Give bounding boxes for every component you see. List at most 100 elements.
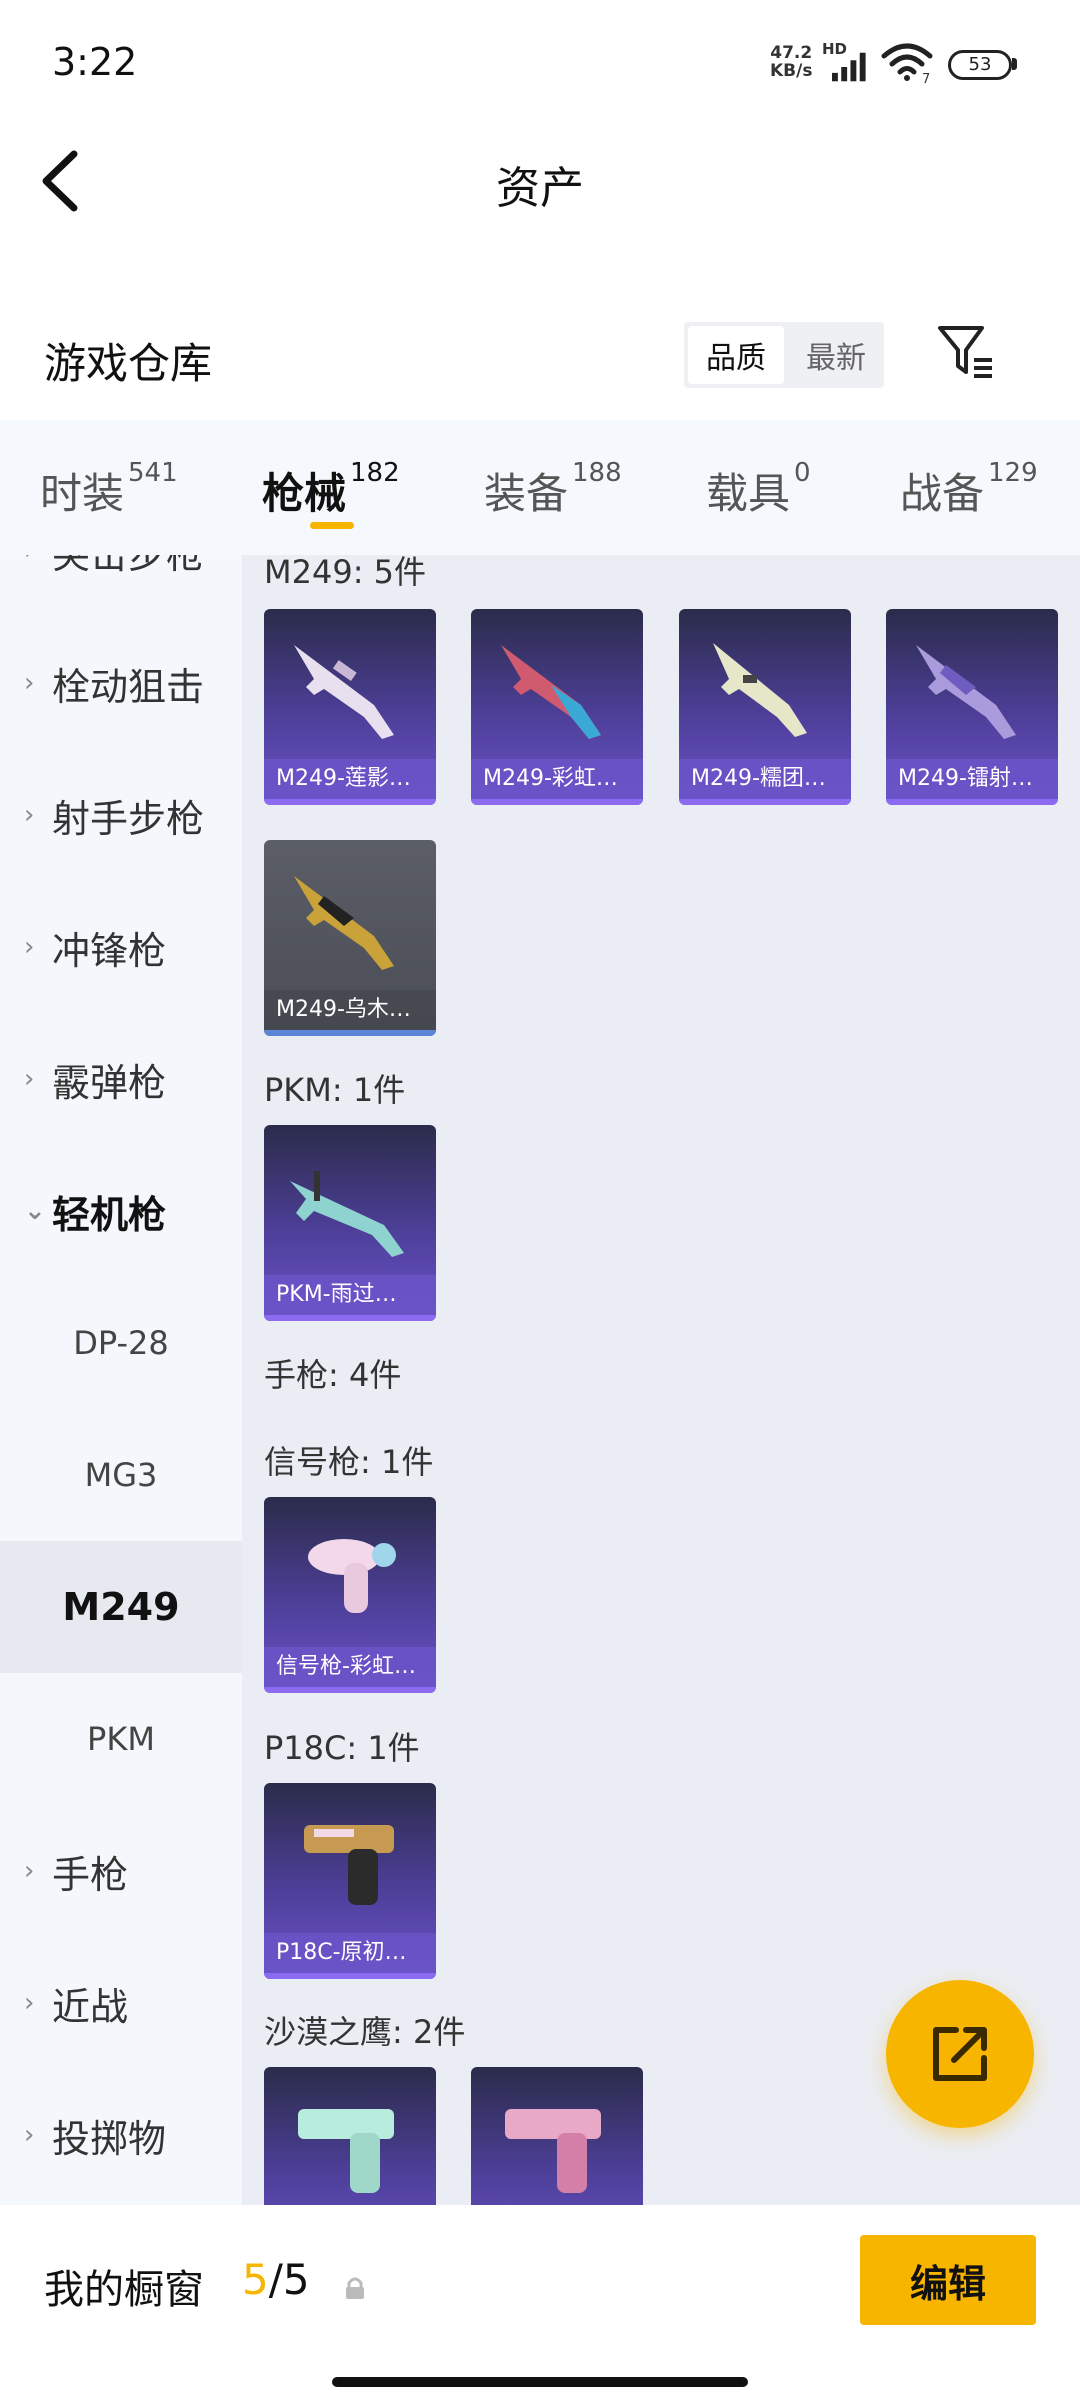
sidebar-item-label: 投掷物 [52,2116,167,2161]
tab-supplies[interactable]: 战备 129 [900,458,1038,521]
weapon-card[interactable]: M249-乌木… [264,840,436,1036]
tab-count: 0 [794,458,811,488]
weapon-card[interactable]: M249-糯团… [679,609,851,805]
tab-label: 载具 [706,469,791,518]
warehouse-title: 游戏仓库 [44,339,213,388]
wifi-number: 7 [922,72,931,87]
sidebar-item-label: 轻机枪 [52,1192,167,1237]
sidebar-item-dmr[interactable]: › 射手步枪 [0,749,242,881]
section-title: PKM: 1件 [264,1071,406,1109]
net-speed-value: 47.2 [770,43,813,63]
sidebar-item-smg[interactable]: › 冲锋枪 [0,881,242,1013]
tab-label: 战备 [900,469,985,518]
tab-label: 装备 [484,469,569,518]
rarity-bar [264,799,436,805]
showcase-count-current: 5 [242,2255,269,2304]
tab-count: 541 [128,458,178,488]
weapon-card[interactable] [471,2067,643,2205]
sidebar-sub-dp28[interactable]: DP-28 [0,1277,242,1409]
category-tabs: 时装 541 枪械 182 装备 188 载具 0 战备 129 [0,420,1080,555]
chevron-right-icon: › [24,1856,35,1886]
section-title: 沙漠之鹰: 2件 [264,2013,466,2051]
rifle-icon [713,643,807,737]
rarity-bar [886,799,1058,805]
chevron-right-icon: › [24,1064,35,1094]
sidebar-sub-m249[interactable]: M249 [0,1541,242,1673]
sidebar-item-label: 冲锋枪 [52,928,167,973]
sort-newest-button[interactable]: 最新 [788,322,884,388]
tab-count: 188 [572,458,622,488]
page-title: 资产 [496,163,584,214]
tab-count: 182 [350,458,400,488]
rifle-icon [290,1171,404,1257]
share-button[interactable] [886,1980,1034,2128]
rarity-bar [264,1030,436,1036]
pistol-icon [298,2109,394,2193]
rarity-bar [471,799,643,805]
home-indicator[interactable] [332,2377,748,2387]
tab-guns[interactable]: 枪械 182 [262,458,400,521]
sidebar-sub-pkm[interactable]: PKM [0,1673,242,1805]
share-icon [933,2027,987,2081]
edit-button[interactable]: 编辑 [860,2235,1036,2325]
chevron-down-icon: ⌄ [24,1196,46,1226]
sidebar-item-assault-rifle[interactable]: ›突击步枪 [0,555,242,617]
battery-tip [1012,58,1017,70]
sidebar-item-shotgun[interactable]: › 霰弹枪 [0,1013,242,1145]
showcase-count-sep: / [268,2255,283,2304]
pistol-icon [304,1825,394,1905]
weapon-card[interactable]: PKM-雨过… [264,1125,436,1321]
sort-toggle: 品质 最新 [684,322,884,388]
status-bar: 3:22 47.2 KB/s HD 7 53 [0,0,1080,130]
section-title: 信号枪: 1件 [264,1443,434,1481]
weapon-card-label: M249-糯团… [679,759,851,799]
sidebar-item-lmg[interactable]: ⌄ 轻机枪 [0,1145,242,1277]
weapon-card-label: M249-镭射… [886,759,1058,799]
sort-quality-button[interactable]: 品质 [688,326,784,384]
rarity-bar [679,799,851,805]
sidebar-item-throwables[interactable]: › 投掷物 [0,2069,242,2201]
section-title: 手枪: 4件 [264,1356,402,1394]
status-time: 3:22 [52,40,138,84]
weapon-card[interactable]: M249-彩虹… [471,609,643,805]
sidebar-item-label: 射手步枪 [52,796,205,841]
filter-icon[interactable] [936,322,996,382]
sidebar-item-bolt-sniper[interactable]: › 栓动狙击 [0,617,242,749]
chevron-right-icon: › [24,555,52,566]
battery-icon: 53 [948,50,1012,80]
tab-fashion[interactable]: 时装 541 [40,458,178,521]
chevron-right-icon: › [24,932,35,962]
chevron-right-icon: › [24,1988,35,2018]
rifle-icon [294,876,394,970]
weapon-card-label: PKM-雨过… [264,1275,436,1315]
showcase-label: 我的橱窗 [44,2267,204,2313]
net-speed-unit: KB/s [770,61,813,81]
weapon-card[interactable]: M249-莲影… [264,609,436,805]
rarity-bar [264,1315,436,1321]
weapon-card[interactable]: 信号枪-彩虹… [264,1497,436,1693]
sidebar-item-label: 突击步枪 [52,555,204,579]
weapon-card-label: P18C-原初… [264,1933,436,1973]
tab-label: 时装 [40,469,125,518]
pistol-icon [505,2109,601,2193]
active-tab-indicator [310,522,354,529]
weapon-card[interactable] [264,2067,436,2205]
rifle-icon [294,645,394,739]
weapon-type-sidebar: ›突击步枪 ›栓动狙击 ›射手步枪 ›冲锋枪 ›霰弹枪 ⌄轻机枪 DP-28 M… [0,555,242,2205]
weapon-card[interactable]: P18C-原初… [264,1783,436,1979]
showcase-bar: 我的橱窗 5/5 编辑 [0,2205,1080,2400]
sidebar-item-label: 霰弹枪 [52,1060,167,1105]
sidebar-sub-mg3[interactable]: MG3 [0,1409,242,1541]
net-speed: 47.2 KB/s [770,44,812,80]
lock-icon [346,2277,364,2299]
tab-vehicles[interactable]: 载具 0 [706,458,811,521]
signal-icon [832,52,866,82]
weapon-card-label: M249-乌木… [264,990,436,1030]
sidebar-item-melee[interactable]: › 近战 [0,1937,242,2069]
sidebar-item-pistol[interactable]: › 手枪 [0,1805,242,1937]
weapon-card[interactable]: M249-镭射… [886,609,1058,805]
tab-equipment[interactable]: 装备 188 [484,458,622,521]
section-title: P18C: 1件 [264,1729,420,1767]
weapon-card-label: M249-莲影… [264,759,436,799]
rifle-icon [501,645,601,739]
